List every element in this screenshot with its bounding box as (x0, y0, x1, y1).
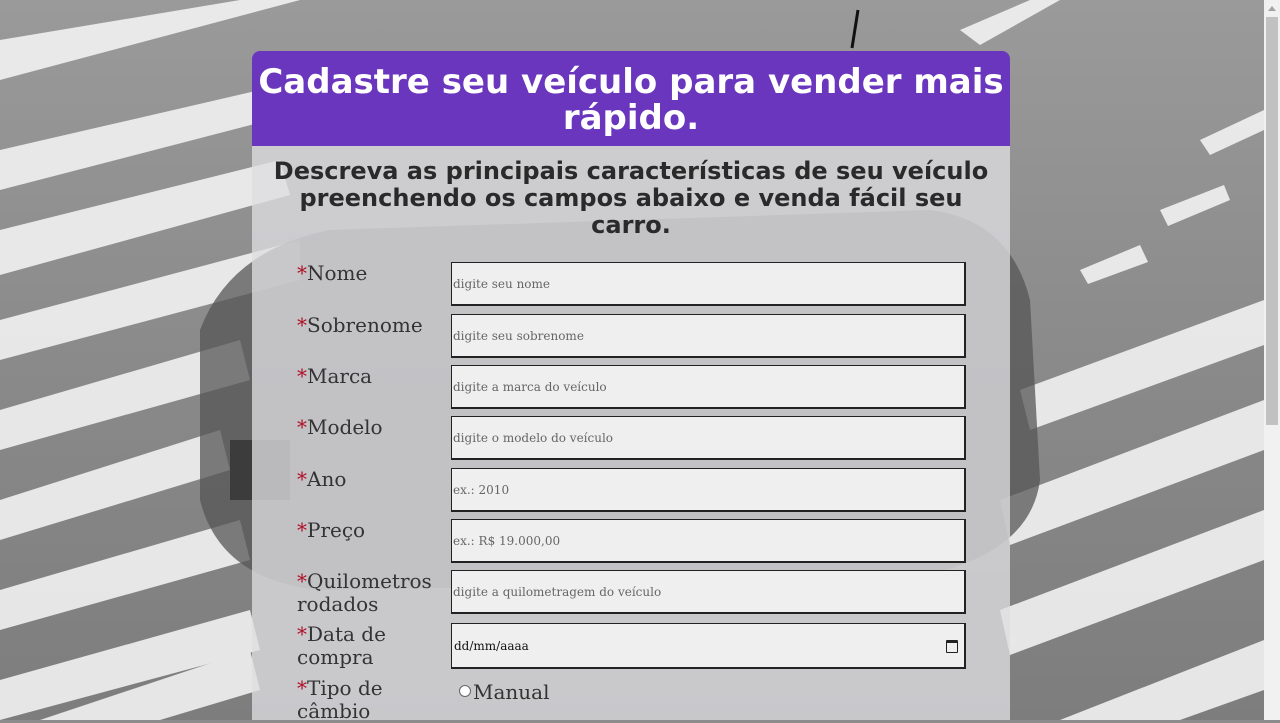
required-marker: * (297, 261, 307, 285)
cambio-option-manual[interactable]: Manual (459, 680, 549, 704)
label-marca: *Marca (297, 365, 447, 388)
ano-input[interactable] (451, 468, 966, 512)
label-quilometros-text: Quilometros rodados (297, 569, 432, 616)
required-marker: * (297, 313, 307, 337)
scroll-thumb[interactable] (1266, 17, 1278, 425)
label-ano-text: Ano (307, 467, 347, 491)
header-banner: Cadastre seu veículo para vender mais rá… (252, 51, 1010, 146)
label-modelo-text: Modelo (307, 415, 383, 439)
label-preco-text: Preço (307, 518, 366, 542)
registration-panel: Cadastre seu veículo para vender mais rá… (252, 51, 1010, 723)
date-value: dd/mm/aaaa (454, 639, 529, 653)
label-cambio: *Tipo de câmbio (297, 677, 447, 723)
label-sobrenome: *Sobrenome (297, 314, 447, 337)
nome-input[interactable] (451, 262, 966, 306)
modelo-input[interactable] (451, 416, 966, 460)
label-preco: *Preço (297, 519, 447, 542)
label-modelo: *Modelo (297, 416, 447, 439)
label-data-compra-text: Data de compra (297, 622, 386, 669)
form-subtitle: Descreva as principais características d… (273, 157, 989, 239)
preco-input[interactable] (451, 519, 966, 563)
scroll-up-arrow-icon[interactable] (1264, 0, 1280, 16)
label-nome: *Nome (297, 262, 447, 285)
page-title: Cadastre seu veículo para vender mais rá… (258, 62, 1004, 138)
marca-input[interactable] (451, 365, 966, 409)
label-nome-text: Nome (307, 261, 368, 285)
label-ano: *Ano (297, 468, 447, 491)
sobrenome-input[interactable] (451, 314, 966, 358)
required-marker: * (297, 622, 307, 646)
vertical-scrollbar[interactable] (1264, 0, 1280, 720)
required-marker: * (297, 569, 307, 593)
quilometros-input[interactable] (451, 570, 966, 614)
calendar-icon[interactable] (946, 640, 958, 653)
required-marker: * (297, 518, 307, 542)
option-manual-label: Manual (473, 680, 550, 704)
label-quilometros: *Quilometros rodados (297, 570, 447, 616)
label-data-compra: *Data de compra (297, 623, 447, 669)
required-marker: * (297, 467, 307, 491)
label-marca-text: Marca (307, 364, 373, 388)
label-cambio-text: Tipo de câmbio (297, 676, 383, 723)
label-sobrenome-text: Sobrenome (307, 313, 423, 337)
required-marker: * (297, 364, 307, 388)
required-marker: * (297, 676, 307, 700)
radio-manual[interactable] (459, 685, 471, 697)
data-compra-input[interactable]: dd/mm/aaaa (451, 623, 966, 669)
required-marker: * (297, 415, 307, 439)
form-body: Descreva as principais características d… (252, 146, 1010, 723)
